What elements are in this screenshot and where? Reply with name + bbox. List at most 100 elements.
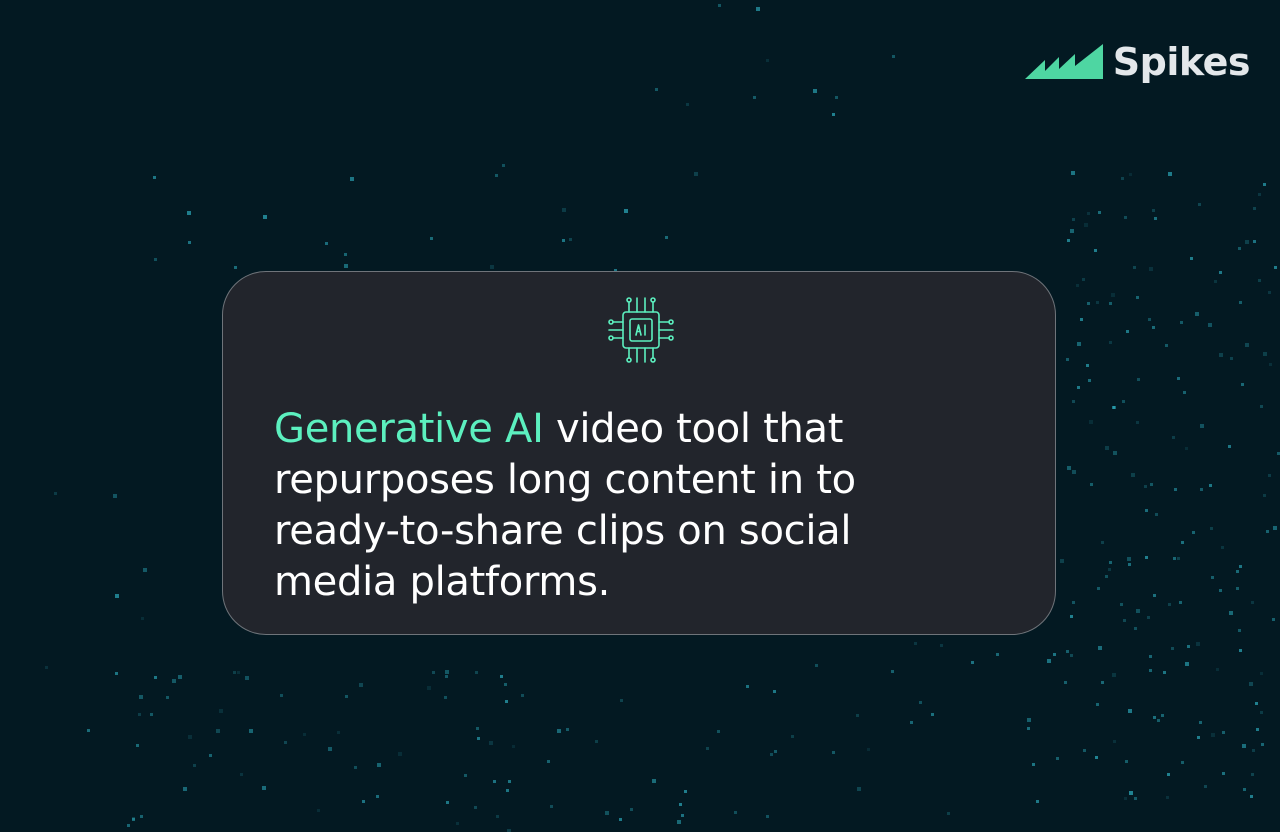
particle [127,824,130,827]
particle [150,713,153,716]
particle [1179,601,1182,604]
particle [432,671,435,674]
particle [706,747,709,750]
particle [1200,424,1204,428]
particle [1109,302,1112,305]
particle [857,787,861,791]
particle [1239,301,1242,304]
particle [557,729,561,733]
particle [1094,249,1097,252]
particle [914,642,917,645]
particle [1072,601,1075,604]
particle [1112,673,1116,677]
particle [1219,589,1222,592]
particle [166,696,169,699]
particle [1111,293,1115,297]
particle [773,690,776,693]
particle [1126,330,1129,333]
particle [325,242,328,245]
particle [1128,709,1132,713]
particle [140,815,143,818]
particle [1125,760,1128,763]
particle [1274,266,1277,269]
particle [1066,650,1069,653]
particle [1245,240,1249,244]
particle [45,666,48,669]
particle [1127,557,1131,561]
particle [1131,473,1135,477]
particle [1211,576,1214,579]
particle [1149,655,1152,658]
particle [718,4,721,7]
particle [1136,421,1139,424]
particle [344,264,348,268]
particle [474,806,477,809]
particle [832,751,835,754]
particle [1134,627,1137,630]
particle [1083,749,1086,752]
particle [1209,484,1212,487]
particle [652,779,656,783]
particle [1252,749,1255,752]
particle [1192,531,1195,534]
particle [1072,400,1075,403]
particle [569,238,572,241]
particle [154,676,157,679]
particle [1221,546,1224,549]
particle [1087,212,1090,215]
particle [1109,341,1112,344]
brand-logo: Spikes [1024,40,1251,84]
particle [354,766,357,769]
particle [1150,483,1153,486]
particle [1204,785,1207,788]
particle [813,89,817,93]
particle [512,745,515,748]
particle [344,253,347,256]
particle [1263,494,1266,497]
particle [1260,405,1263,408]
particle [1216,668,1219,671]
particle [398,752,402,756]
particle [1168,603,1171,606]
particle [892,55,895,58]
particle [774,750,777,753]
particle [1185,447,1188,450]
particle [337,731,340,734]
particle [1261,743,1264,746]
particle [1105,575,1108,578]
particle [1134,797,1137,800]
particle [619,818,622,821]
particle [1077,342,1081,346]
particle [766,59,769,62]
particle [694,172,698,176]
particle [377,763,381,767]
particle [1199,721,1202,724]
particle [1071,171,1075,175]
particle [1112,406,1115,409]
particle [562,239,565,242]
particle [624,209,628,213]
particle [1053,653,1056,656]
particle [1095,756,1098,759]
particle [1172,436,1175,439]
particle [1219,271,1222,274]
particle [1101,681,1104,684]
particle [620,699,623,702]
particle [172,679,176,683]
particle [1181,541,1184,544]
particle [345,695,348,698]
particle [1214,280,1217,283]
particle [504,683,507,686]
particle [1195,312,1199,316]
particle [476,727,479,730]
particle [1070,229,1074,233]
particle [1072,470,1076,474]
particle [1163,671,1166,674]
particle [1268,474,1271,477]
particle [115,672,118,675]
particle [1222,731,1225,734]
particle [1036,800,1039,803]
particle [1208,323,1212,327]
particle [237,671,240,674]
particle [183,787,187,791]
